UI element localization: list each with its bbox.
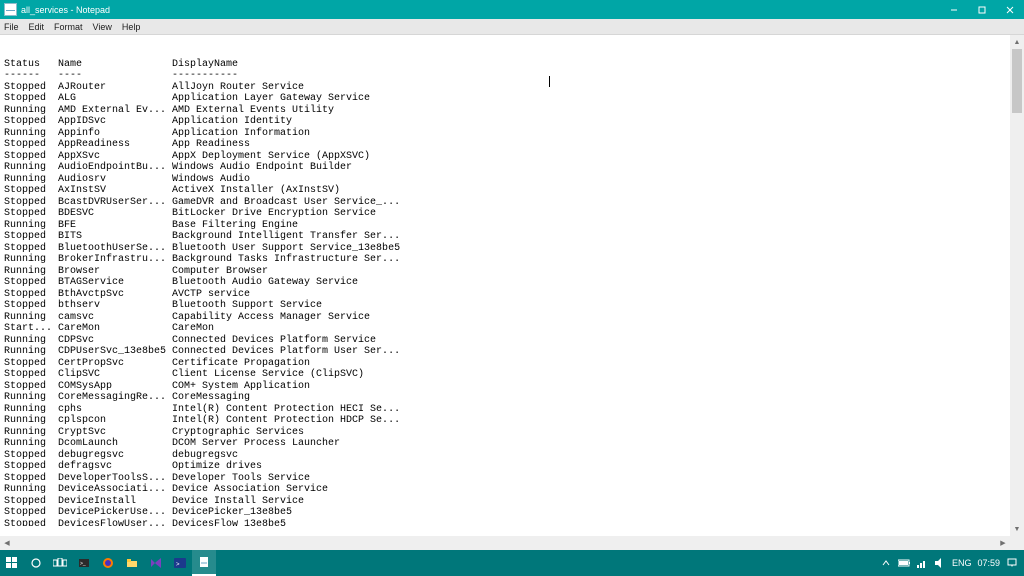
window-title: all_services - Notepad <box>21 5 110 15</box>
folder-icon <box>126 557 138 569</box>
taskbar-app-powershell[interactable]: > <box>168 550 192 576</box>
notification-icon[interactable] <box>1006 557 1018 569</box>
taskbar: >_ > <box>0 550 1024 576</box>
taskbar-left: >_ > <box>0 550 216 576</box>
taskview-icon <box>53 558 67 568</box>
ime-indicator[interactable]: ENG <box>952 558 972 568</box>
taskbar-app-firefox[interactable] <box>96 550 120 576</box>
close-button[interactable] <box>996 0 1024 19</box>
firefox-icon <box>102 557 114 569</box>
scroll-down-icon[interactable]: ▼ <box>1010 522 1024 536</box>
title-bar-left: all_services - Notepad <box>4 3 110 16</box>
menu-format[interactable]: Format <box>53 22 84 32</box>
svg-text:>: > <box>176 562 180 568</box>
menu-help[interactable]: Help <box>121 22 142 32</box>
battery-icon[interactable] <box>898 557 910 569</box>
menu-edit[interactable]: Edit <box>28 22 46 32</box>
menu-view[interactable]: View <box>92 22 113 32</box>
title-bar[interactable]: all_services - Notepad <box>0 0 1024 19</box>
notepad-task-icon <box>198 556 210 568</box>
taskbar-app-vs[interactable] <box>144 550 168 576</box>
scrollbar-corner <box>1010 536 1024 550</box>
taskview-button[interactable] <box>48 550 72 576</box>
windows-icon <box>6 557 18 569</box>
terminal-icon: >_ <box>78 557 90 569</box>
visualstudio-icon <box>150 557 162 569</box>
circle-icon <box>30 557 42 569</box>
menu-file[interactable]: File <box>3 22 20 32</box>
text-caret <box>549 76 550 87</box>
taskbar-right: ENG 07:59 <box>880 557 1018 569</box>
text-content[interactable]: Status Name DisplayName ------ ---- ----… <box>0 45 1010 526</box>
taskbar-app-notepad[interactable] <box>192 550 216 576</box>
cortana-button[interactable] <box>24 550 48 576</box>
minimize-button[interactable] <box>940 0 968 19</box>
scroll-right-icon[interactable]: ▶ <box>996 536 1010 550</box>
taskbar-app-terminal[interactable]: >_ <box>72 550 96 576</box>
svg-text:>_: >_ <box>80 561 86 567</box>
maximize-button[interactable] <box>968 0 996 19</box>
notepad-icon <box>4 3 17 16</box>
network-icon[interactable] <box>916 557 928 569</box>
clock[interactable]: 07:59 <box>977 558 1000 568</box>
scroll-left-icon[interactable]: ◀ <box>0 536 14 550</box>
horizontal-scrollbar[interactable]: ◀ ▶ <box>0 536 1010 550</box>
app-window: all_services - Notepad File Edit Format … <box>0 0 1024 576</box>
powershell-icon: > <box>174 557 186 569</box>
volume-icon[interactable] <box>934 557 946 569</box>
menu-bar: File Edit Format View Help <box>0 19 1024 35</box>
editor-area: Status Name DisplayName ------ ---- ----… <box>0 35 1024 550</box>
tray-chevron-up-icon[interactable] <box>880 557 892 569</box>
vertical-scrollbar[interactable]: ▲ ▼ <box>1010 35 1024 536</box>
start-button[interactable] <box>0 550 24 576</box>
vertical-scroll-thumb[interactable] <box>1012 49 1022 113</box>
window-controls <box>940 0 1024 19</box>
taskbar-app-explorer[interactable] <box>120 550 144 576</box>
scroll-up-icon[interactable]: ▲ <box>1010 35 1024 49</box>
